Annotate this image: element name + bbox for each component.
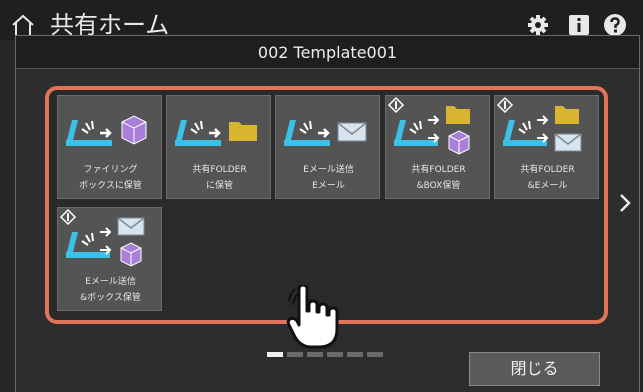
template-tile-email[interactable]: Eメール送信 Eメール xyxy=(275,95,380,199)
tile-label: Eメール送信 &ボックス保管 xyxy=(80,277,141,303)
gear-icon[interactable] xyxy=(526,13,550,37)
tile-label: 共有FOLDER &BOX保管 xyxy=(411,165,466,191)
help-icon[interactable] xyxy=(603,13,627,37)
scan-to-email-box-icon xyxy=(59,208,145,267)
close-button[interactable]: 閉じる xyxy=(469,352,600,386)
page-dot xyxy=(267,352,283,357)
page-dot xyxy=(327,352,343,357)
scan-to-folder-email-icon xyxy=(496,96,582,152)
info-icon[interactable] xyxy=(567,13,591,37)
dialog-title: 002 Template001 xyxy=(16,36,639,69)
tile-label: Eメール送信 Eメール xyxy=(303,165,354,191)
screen: 共有ホーム 002 Template001 ファイリング ボックスに保管 共有F… xyxy=(0,0,643,392)
page-dot xyxy=(347,352,363,357)
next-page-arrow-icon[interactable] xyxy=(614,188,636,218)
pointing-hand-icon xyxy=(286,285,339,349)
scan-to-folder-box-icon xyxy=(387,96,470,155)
tile-label: ファイリング ボックスに保管 xyxy=(79,165,142,191)
template-tile-folder-box[interactable]: 共有FOLDER &BOX保管 xyxy=(385,95,490,199)
scan-to-folder-icon xyxy=(175,120,257,146)
tile-label: 共有FOLDER に保管 xyxy=(192,165,247,191)
tile-label: 共有FOLDER &Eメール xyxy=(520,165,575,191)
page-dot xyxy=(287,352,303,357)
page-dot xyxy=(307,352,323,357)
top-header: 共有ホーム xyxy=(0,0,643,40)
template-tile-email-box[interactable]: Eメール送信 &ボックス保管 xyxy=(57,207,162,311)
scan-to-box-icon xyxy=(66,115,147,146)
template-tile-folder-email[interactable]: 共有FOLDER &Eメール xyxy=(494,95,599,199)
page-dot xyxy=(367,352,383,357)
scan-to-email-icon xyxy=(284,120,367,146)
template-tile-shared-folder[interactable]: 共有FOLDER に保管 xyxy=(166,95,271,199)
template-tile-filing-box[interactable]: ファイリング ボックスに保管 xyxy=(57,95,162,199)
